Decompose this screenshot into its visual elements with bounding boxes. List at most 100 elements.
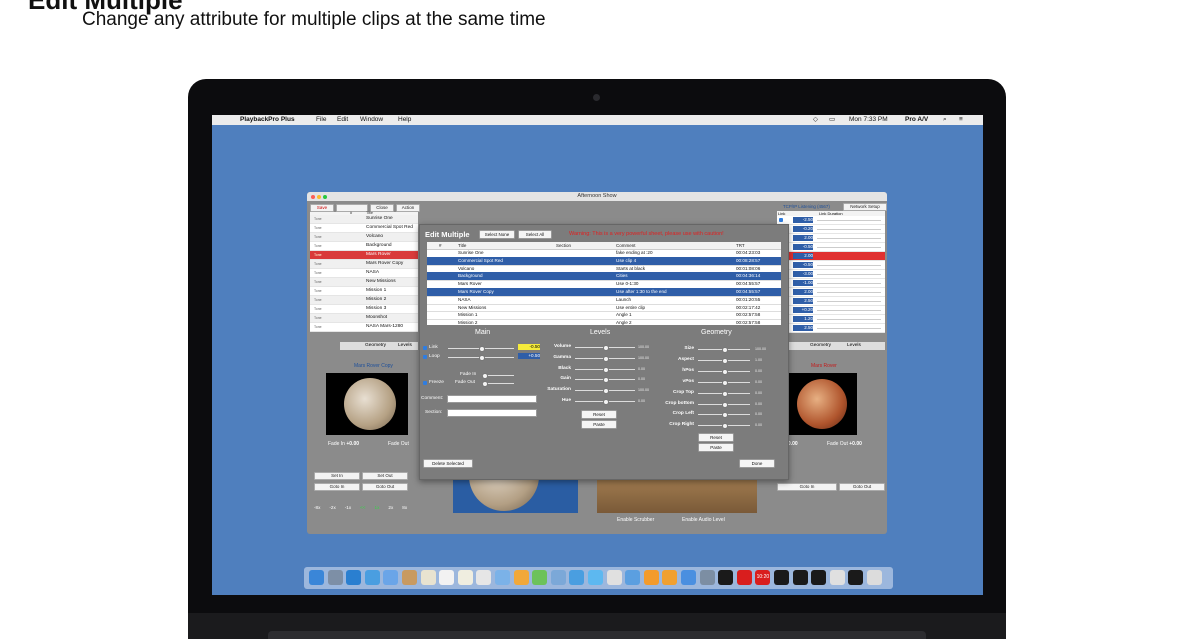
link-row[interactable]: 2.00 [777, 252, 885, 261]
clip-row[interactable]: Tone Mission 3 [310, 305, 418, 314]
zoom-window-icon[interactable] [323, 194, 327, 199]
level-slider[interactable] [698, 390, 750, 397]
fade-in-slider[interactable] [482, 373, 514, 379]
dock-app-icon[interactable] [718, 570, 734, 585]
set-out-button[interactable]: Set Out [362, 472, 408, 480]
speed-button[interactable]: -2x [329, 505, 335, 510]
link-duration-slider[interactable] [817, 309, 881, 311]
link-value-cell[interactable]: 1.20 [793, 316, 813, 322]
dock-app-icon[interactable] [476, 570, 492, 585]
speed-button[interactable]: 8x [402, 505, 407, 510]
loop-checkbox[interactable] [423, 355, 427, 359]
menu-edit[interactable]: Edit [337, 115, 348, 125]
link-checkbox[interactable] [423, 346, 427, 350]
link-value-cell[interactable]: -0.20 [793, 226, 813, 232]
link-value-cell[interactable]: 2.00 [793, 289, 813, 295]
loop-slider[interactable] [448, 355, 514, 361]
level-slider[interactable] [575, 355, 635, 362]
dock-app-icon[interactable] [643, 570, 659, 585]
levels-paste-button[interactable]: Paste [581, 420, 617, 429]
level-slider[interactable] [575, 399, 635, 405]
link-value-cell[interactable]: 2.00 [793, 235, 813, 241]
slider-knob[interactable] [722, 347, 728, 353]
link-value-cell[interactable]: -1.00 [793, 280, 813, 286]
speed-button[interactable]: -1x [345, 505, 351, 510]
dock-app-icon[interactable] [811, 570, 827, 585]
link-checkbox-icon[interactable] [779, 218, 783, 222]
section-field[interactable] [447, 409, 537, 417]
link-duration-slider[interactable] [817, 318, 881, 320]
slider-knob[interactable] [603, 366, 609, 373]
level-slider[interactable] [698, 368, 750, 375]
link-duration-slider[interactable] [817, 327, 881, 329]
comment-field[interactable] [447, 395, 537, 403]
enable-audio-label[interactable]: Enable Audio Level [682, 517, 725, 523]
level-slider[interactable] [698, 423, 750, 430]
clip-row[interactable]: Tone Mission 2 [310, 296, 418, 305]
clip-row[interactable]: Tone New Missions [310, 278, 418, 287]
slider-knob[interactable] [722, 368, 728, 375]
right-tab-levels[interactable]: Levels [847, 342, 861, 350]
geometry-reset-button[interactable]: Reset [698, 433, 734, 442]
select-none-button[interactable]: Select None [479, 230, 515, 239]
network-setup-button[interactable]: Network Setup [843, 203, 887, 211]
delete-selected-button[interactable]: Delete Selected [423, 459, 473, 468]
dock-app-icon[interactable] [513, 570, 529, 585]
link-value-cell[interactable]: 2.50 [793, 298, 813, 304]
right-goto-out-button[interactable]: Goto Out [839, 483, 885, 491]
wifi-icon[interactable]: ◇ [813, 115, 818, 125]
geometry-paste-button[interactable]: Paste [698, 443, 734, 452]
select-all-button[interactable]: Select All [518, 230, 552, 239]
speed-button[interactable]: << [360, 505, 365, 510]
menu-window[interactable]: Window [360, 115, 383, 125]
level-slider[interactable] [698, 379, 750, 386]
dock-app-icon[interactable] [550, 570, 566, 585]
freeze-checkbox[interactable] [423, 381, 427, 385]
link-value-cell[interactable]: 2.00 [793, 253, 813, 259]
link-value-cell[interactable]: -0.50 [793, 262, 813, 268]
right-goto-in-button[interactable]: Goto In [777, 483, 837, 491]
link-row[interactable]: 1.20 [777, 315, 885, 324]
level-slider[interactable] [575, 377, 635, 384]
clip-row[interactable]: Tone Mars Rover Copy [310, 260, 418, 269]
slider-knob[interactable] [722, 390, 728, 397]
clip-row[interactable]: Tone NASA [310, 269, 418, 278]
dock-app-icon[interactable] [662, 570, 678, 585]
dock-app-icon[interactable] [681, 570, 696, 585]
link-value-cell[interactable]: +0.20 [793, 307, 813, 313]
slider-knob[interactable] [603, 355, 609, 362]
slider-knob[interactable] [722, 412, 728, 419]
link-duration-slider[interactable] [817, 228, 881, 230]
set-in-button[interactable]: Set In [314, 472, 360, 480]
action-button[interactable]: Action [396, 204, 420, 212]
level-slider[interactable] [575, 388, 635, 395]
dock-app-icon[interactable] [439, 570, 455, 585]
dock-app-icon[interactable] [402, 570, 417, 585]
dock-app-icon[interactable] [457, 570, 473, 585]
table-row[interactable]: Mission 2 Angle 2 00:02:57:58 [427, 319, 781, 325]
speed-button[interactable]: -8x [314, 505, 320, 510]
notification-icon[interactable]: ≡ [959, 115, 963, 125]
speed-button[interactable]: 2x [388, 505, 393, 510]
link-duration-slider[interactable] [817, 246, 881, 248]
link-duration-slider[interactable] [817, 300, 881, 302]
right-tab-geometry[interactable]: Geometry [810, 342, 831, 350]
menu-file[interactable]: File [316, 115, 326, 125]
speed-button[interactable]: 1x [375, 505, 380, 510]
slider-knob[interactable] [603, 399, 609, 405]
link-row[interactable]: 2.00 [777, 288, 885, 297]
link-row[interactable]: -1.00 [777, 279, 885, 288]
dock-clock-icon[interactable]: 10:20 [755, 570, 771, 585]
link-value-cell[interactable]: -3.00 [793, 271, 813, 277]
slider-knob[interactable] [603, 388, 609, 395]
spotlight-icon[interactable]: ⌕ [943, 115, 947, 125]
link-row[interactable]: -0.20 [777, 225, 885, 234]
menu-help[interactable]: Help [398, 115, 411, 125]
menu-app-name[interactable]: PlaybackPro Plus [240, 115, 295, 125]
level-slider[interactable] [698, 401, 750, 408]
goto-in-button[interactable]: Goto In [314, 483, 360, 491]
dock-app-icon[interactable] [364, 570, 380, 585]
dock-app-icon[interactable] [774, 570, 789, 585]
dock-app-icon[interactable] [736, 570, 752, 585]
loop-value[interactable]: +0.50 [518, 353, 540, 359]
